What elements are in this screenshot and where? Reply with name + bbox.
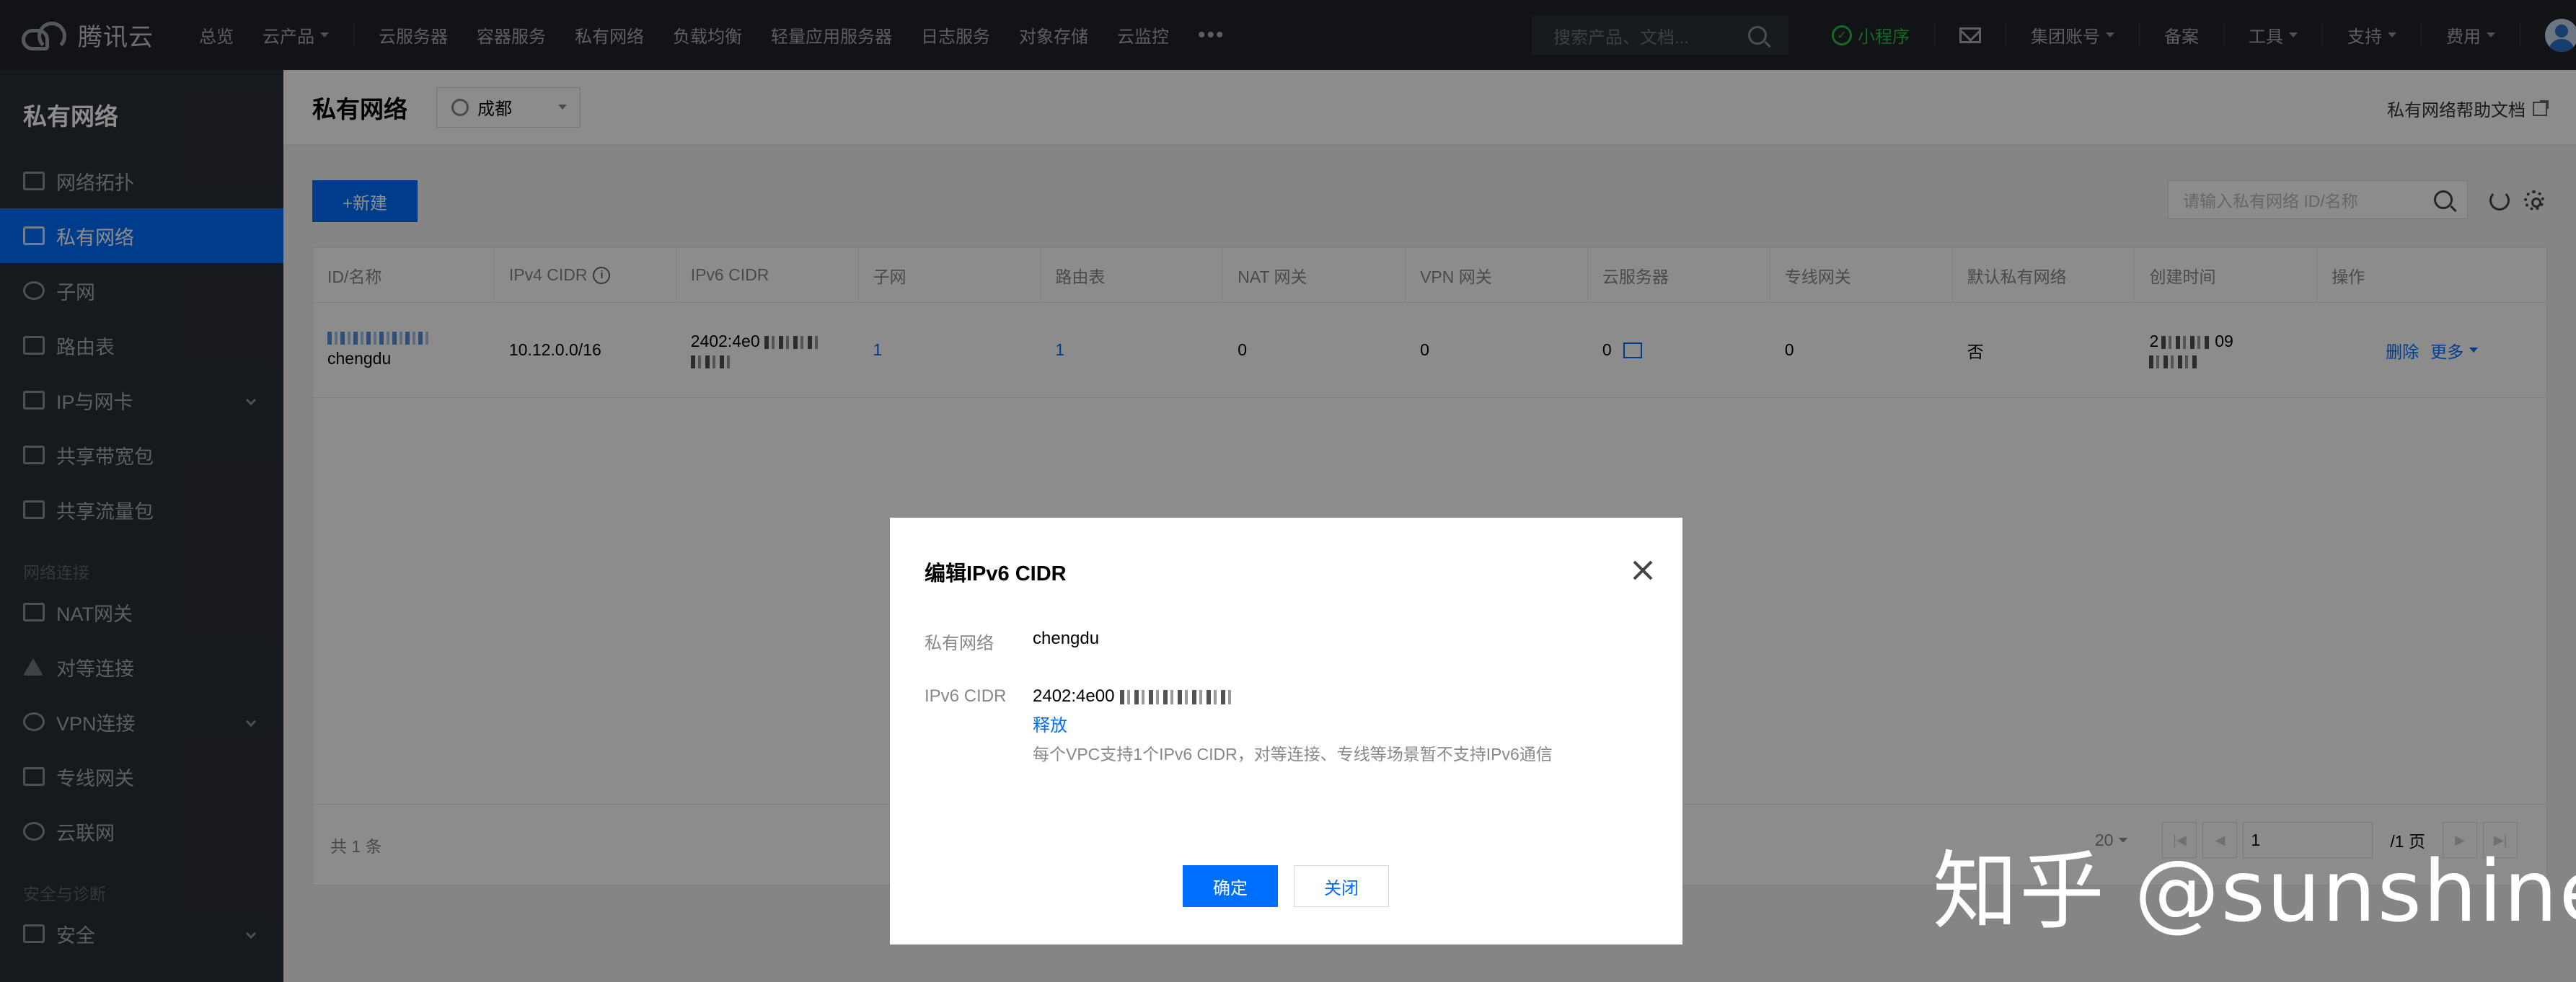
ipv6-row: IPv6 CIDR 2402:4e00 释放 每个VPC支持1个IPv6 CID… xyxy=(925,686,1553,765)
confirm-button[interactable]: 确定 xyxy=(1183,865,1278,907)
redacted-text xyxy=(1120,689,1236,704)
close-icon[interactable] xyxy=(1632,559,1654,581)
vpc-value: chengdu xyxy=(1033,629,1100,648)
edit-ipv6-dialog: 编辑IPv6 CIDR 私有网络 chengdu IPv6 CIDR 2402:… xyxy=(890,518,1682,945)
dialog-title: 编辑IPv6 CIDR xyxy=(925,562,1067,585)
ipv6-prefix: 2402:4e00 xyxy=(1033,686,1115,706)
watermark: 知乎 @sunshine xyxy=(1933,841,2576,941)
release-ipv6-link[interactable]: 释放 xyxy=(1033,711,1553,736)
ipv6-hint: 每个VPC支持1个IPv6 CIDR，对等连接、专线等场景暂不支持IPv6通信 xyxy=(1033,745,1553,764)
close-button[interactable]: 关闭 xyxy=(1294,865,1389,907)
vpc-label: 私有网络 xyxy=(925,634,994,653)
ipv6-value: 2402:4e00 xyxy=(1033,686,1553,707)
vpc-row: 私有网络 chengdu xyxy=(925,629,1099,654)
ipv6-label: IPv6 CIDR xyxy=(925,686,1007,706)
